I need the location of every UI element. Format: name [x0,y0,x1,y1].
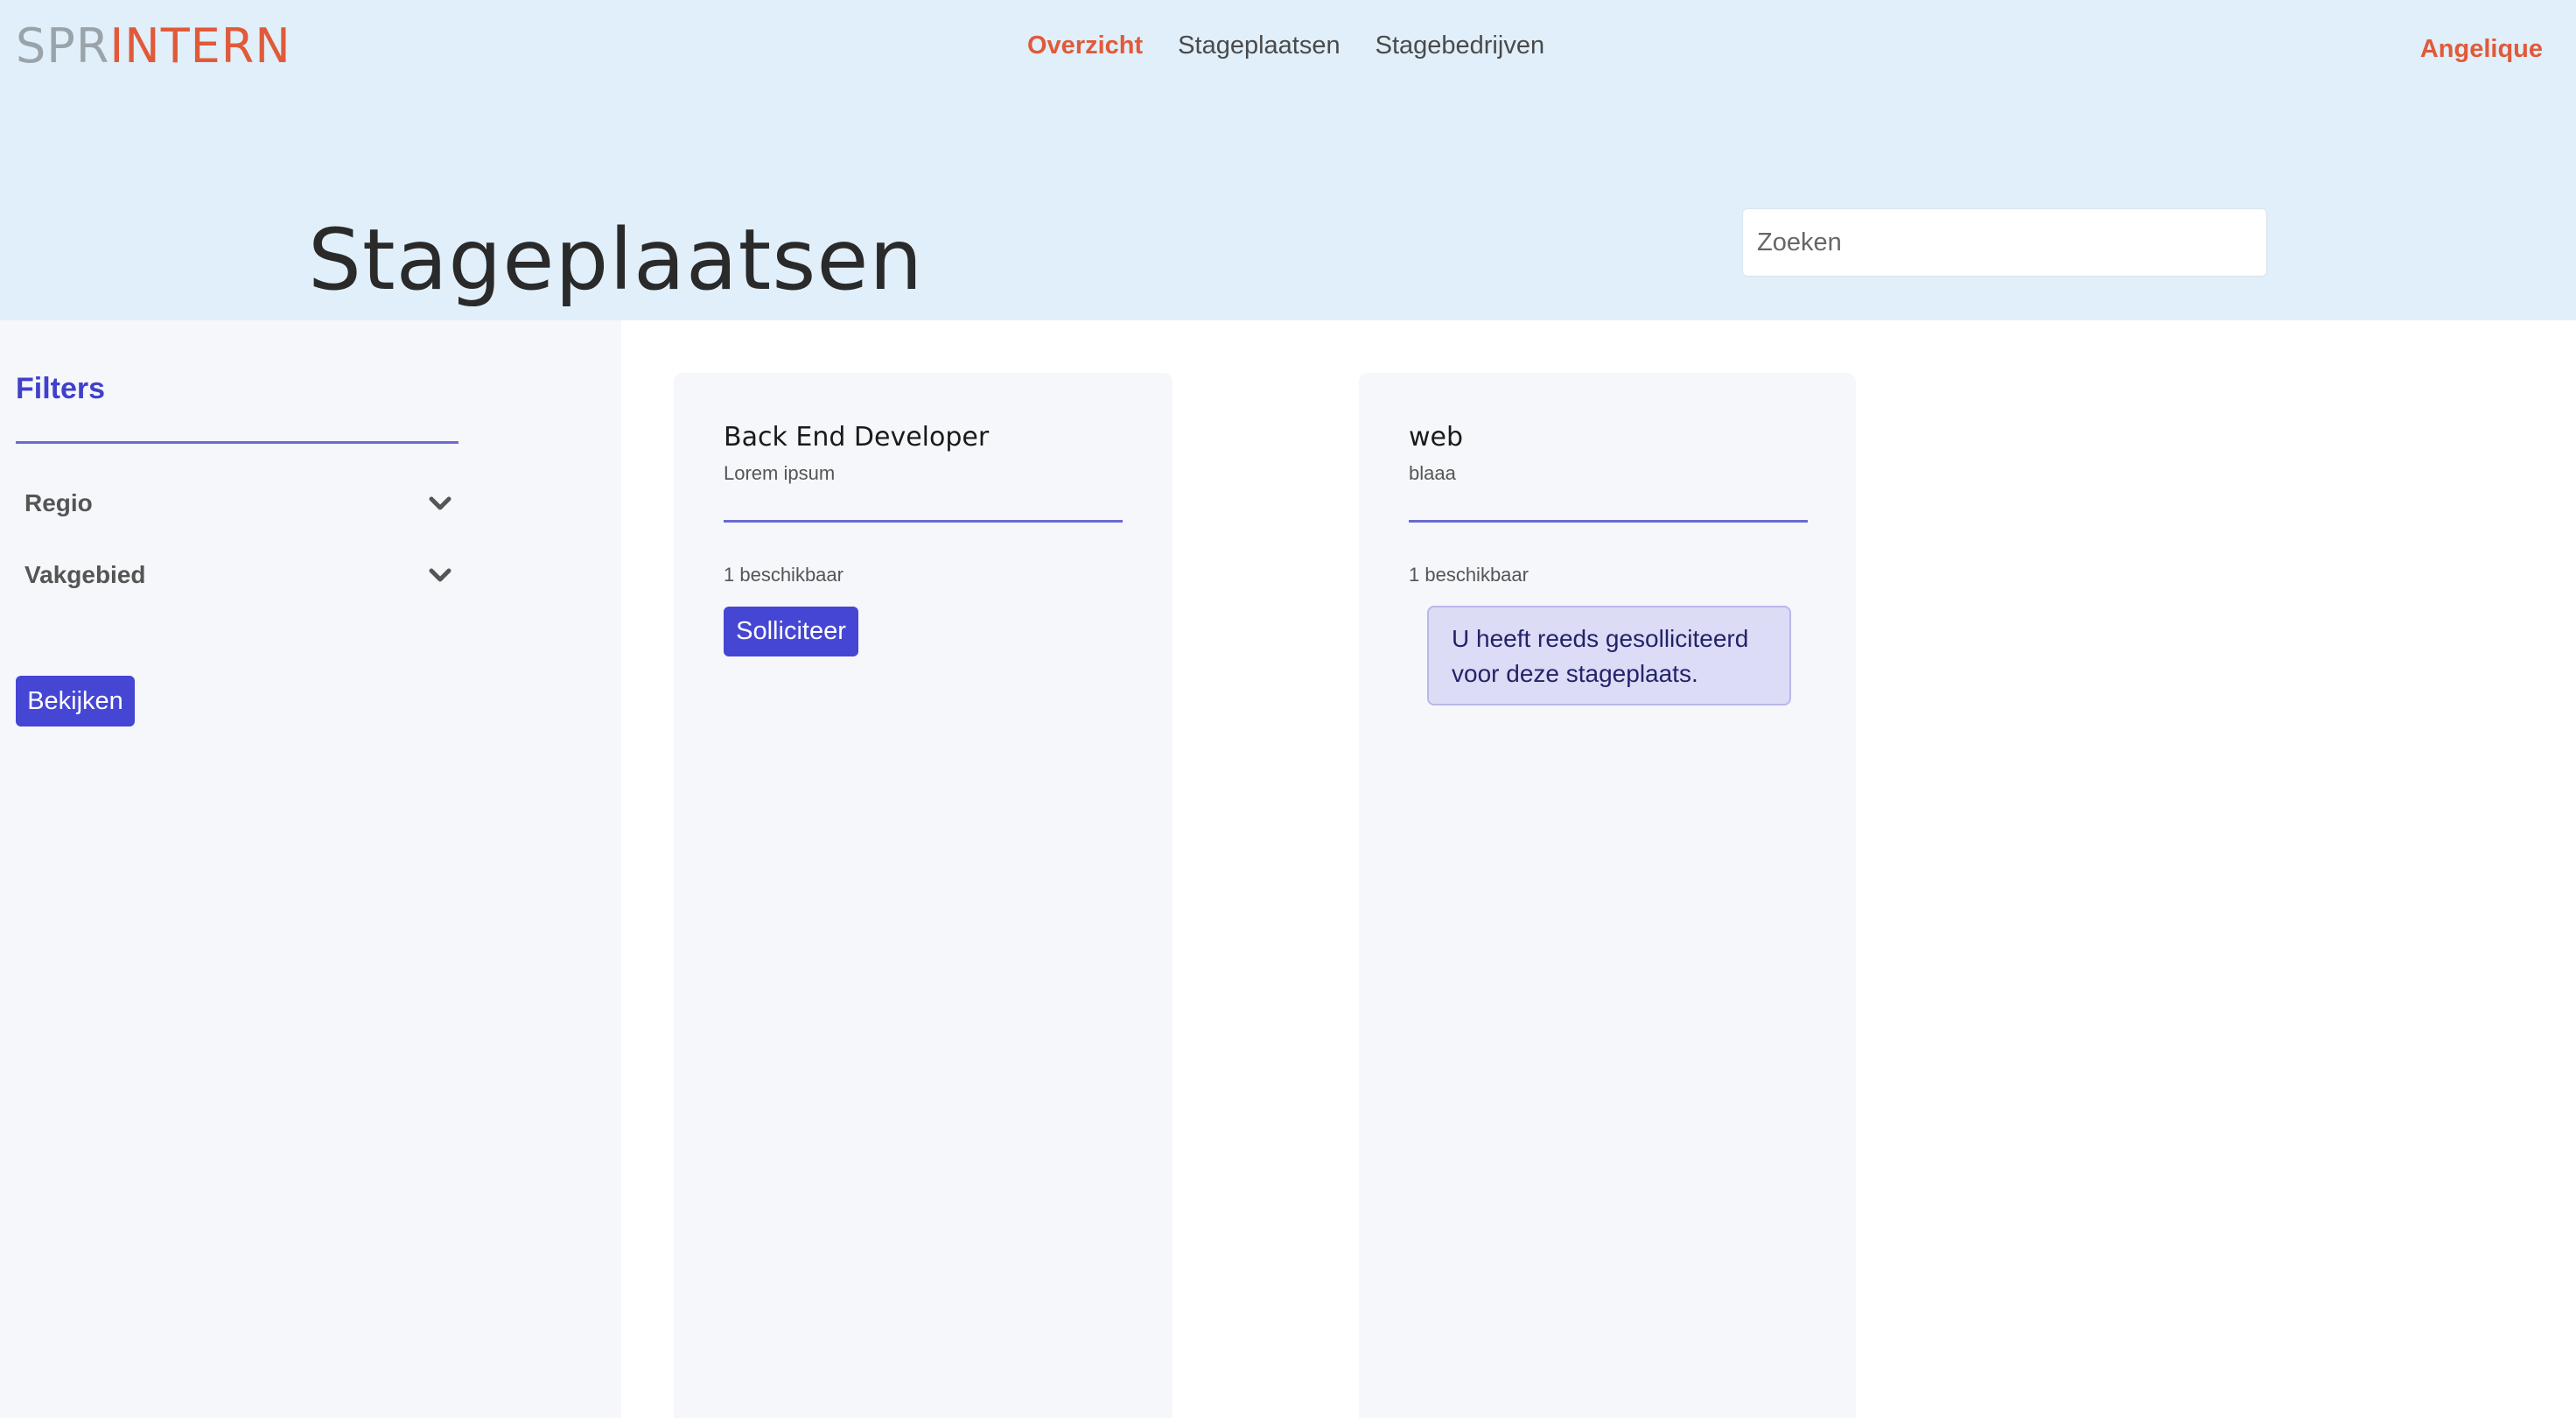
card-subtitle: blaaa [1409,462,1456,484]
nav-item-overzicht[interactable]: Overzicht [1027,28,1143,63]
divider [724,520,1123,523]
nav-item-stageplaatsen[interactable]: Stageplaatsen [1178,28,1340,63]
card-subtitle: Lorem ipsum [724,462,836,484]
logo-part-1: SPR [16,18,110,74]
availability-count: 1 beschikbaar [1409,564,1529,586]
filter-regio-dropdown[interactable]: Regio [24,481,453,525]
logo-part-2: INTERN [109,18,291,74]
filter-label: Vakgebied [24,561,146,588]
chevron-down-icon [427,490,453,516]
solliciteer-button[interactable]: Solliciteer [724,607,858,656]
main-nav: Overzicht Stageplaatsen Stagebedrijven [1027,28,1544,63]
search-input[interactable] [1742,208,2267,277]
internship-card: Back End Developer Lorem ipsum 1 beschik… [674,373,1172,1418]
filter-label: Regio [24,489,93,516]
card-title: Back End Developer [724,422,990,453]
page-title: Stageplaatsen [308,211,924,309]
logo[interactable]: SPRINTERN [16,23,291,70]
header: SPRINTERN Overzicht Stageplaatsen Stageb… [0,0,2576,320]
card-title: web [1409,422,1464,453]
chevron-down-icon [427,562,453,588]
bekijken-button[interactable]: Bekijken [16,676,135,727]
filters-title: Filters [16,372,106,405]
already-applied-notice: U heeft reeds gesolliciteerd voor deze s… [1427,606,1791,705]
internship-card: web blaaa 1 beschikbaar U heeft reeds ge… [1359,373,1856,1418]
filter-vakgebied-dropdown[interactable]: Vakgebied [24,553,453,597]
user-menu[interactable]: Angelique [2420,32,2543,67]
availability-count: 1 beschikbaar [724,564,844,586]
divider [16,441,458,444]
nav-item-stagebedrijven[interactable]: Stagebedrijven [1376,28,1544,63]
filters-sidebar: Filters Regio Vakgebied Bekijken [0,320,621,1418]
divider [1409,520,1808,523]
